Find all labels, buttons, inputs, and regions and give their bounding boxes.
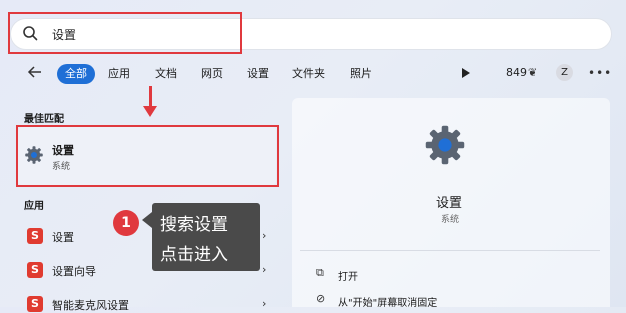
- more-options-icon[interactable]: •••: [588, 66, 612, 80]
- annotation-arrow-head: [143, 106, 157, 117]
- settings-gear-icon: [25, 146, 43, 164]
- unpin-icon: ⊘: [316, 292, 326, 305]
- search-highlight-box: [8, 12, 242, 54]
- step-number-badge: 1: [113, 210, 139, 236]
- annotation-line-1: 搜索设置: [160, 215, 228, 235]
- rewards-points: 849: [506, 66, 527, 79]
- app-icon: S: [27, 296, 43, 312]
- tab-settings[interactable]: 设置: [247, 64, 269, 84]
- annotation-arrow-line: [149, 86, 152, 108]
- tab-photos[interactable]: 照片: [350, 64, 372, 84]
- play-icon[interactable]: [462, 68, 470, 78]
- apps-heading: 应用: [24, 201, 44, 212]
- annotation-line-2: 点击进入: [160, 245, 228, 265]
- app-item-label[interactable]: 设置向导: [52, 263, 96, 279]
- tab-all[interactable]: 全部: [57, 64, 95, 84]
- open-external-icon: ⧉: [316, 266, 324, 279]
- avatar[interactable]: Z: [556, 64, 573, 81]
- action-open[interactable]: 打开: [338, 268, 358, 283]
- tab-folders[interactable]: 文件夹: [292, 64, 325, 84]
- chevron-right-icon[interactable]: ›: [262, 297, 266, 310]
- detail-title: 设置: [436, 196, 463, 211]
- best-match-subtitle: 系统: [52, 162, 71, 172]
- rewards-icon[interactable]: ❦: [528, 66, 537, 79]
- detail-subtitle: 系统: [441, 215, 460, 225]
- settings-gear-large-icon: [425, 125, 465, 165]
- tab-apps[interactable]: 应用: [108, 64, 130, 84]
- tab-documents[interactable]: 文档: [155, 64, 177, 84]
- tooltip-tail: [142, 212, 152, 228]
- chevron-right-icon[interactable]: ›: [262, 263, 266, 276]
- app-icon: S: [27, 262, 43, 278]
- chevron-right-icon[interactable]: ›: [262, 229, 266, 242]
- best-match-heading: 最佳匹配: [24, 114, 64, 125]
- tab-web[interactable]: 网页: [201, 64, 223, 84]
- app-item-label[interactable]: 智能麦克风设置: [52, 297, 129, 313]
- app-icon: S: [27, 228, 43, 244]
- back-arrow-icon[interactable]: [27, 64, 43, 80]
- app-item-label[interactable]: 设置: [52, 229, 74, 245]
- best-match-title: 设置: [52, 144, 74, 157]
- divider: [300, 250, 600, 251]
